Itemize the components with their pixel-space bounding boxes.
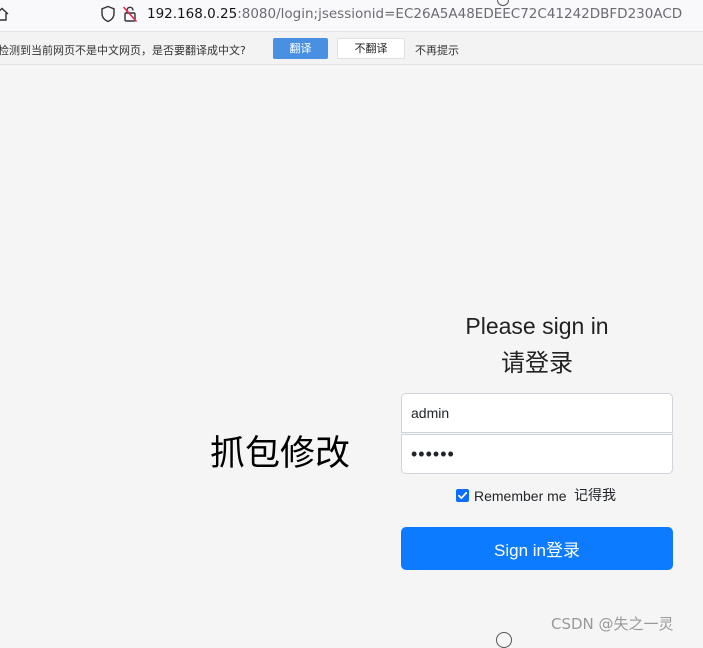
shield-icon[interactable]: [100, 5, 116, 23]
lock-icon[interactable]: [122, 5, 138, 23]
annotation-text: 抓包修改: [210, 434, 351, 474]
username-input[interactable]: [401, 393, 673, 433]
address-bar: 192.168.0.25:8080/login;jsessionid=EC26A…: [0, 0, 703, 32]
checkmark-icon: [458, 491, 468, 500]
no-prompt-link[interactable]: 不再提示: [415, 42, 459, 58]
page-title: Please sign in: [465, 313, 609, 339]
remember-label-cn[interactable]: 记得我: [574, 487, 616, 505]
url-host: 192.168.0.25: [147, 6, 238, 22]
sign-in-button[interactable]: Sign in登录: [401, 527, 673, 570]
no-translate-button[interactable]: 不翻译: [337, 38, 405, 59]
circle-icon: [496, 632, 512, 648]
password-input[interactable]: [401, 434, 673, 474]
remember-checkbox[interactable]: [456, 489, 469, 502]
remember-label[interactable]: Remember me: [474, 487, 567, 505]
url-field[interactable]: 192.168.0.25:8080/login;jsessionid=EC26A…: [147, 5, 682, 23]
translate-message: 检测到当前网页不是中文网页，是否要翻译成中文?: [0, 44, 246, 57]
url-path: :8080/login;jsessionid=EC26A5A48EDEEC72C…: [237, 6, 683, 22]
translate-button[interactable]: 翻译: [273, 38, 328, 59]
watermark: CSDN @失之一灵: [551, 615, 674, 633]
home-icon[interactable]: [0, 6, 10, 22]
page-title-cn: 请登录: [501, 349, 573, 377]
